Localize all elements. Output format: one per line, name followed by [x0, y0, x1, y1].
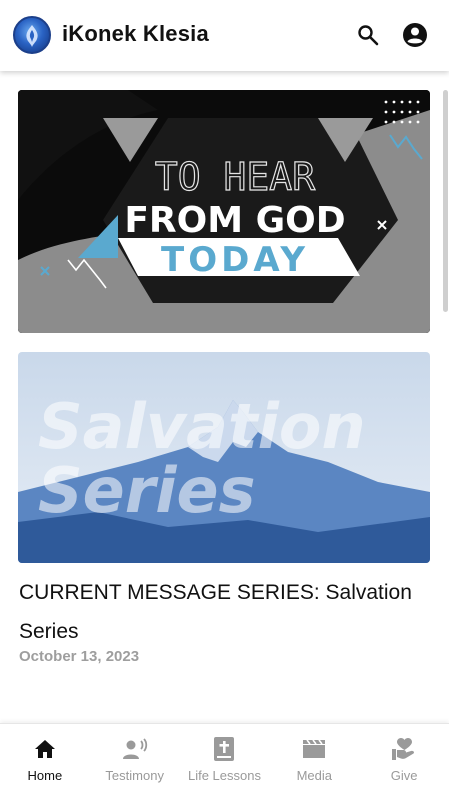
- home-icon: [32, 736, 58, 762]
- nav-label-testimony: Testimony: [105, 768, 164, 783]
- app-title: iKonek Klesia: [62, 21, 209, 46]
- scrollbar[interactable]: [443, 90, 448, 312]
- banner2-line2: Series: [38, 454, 255, 527]
- nav-item-testimony[interactable]: Testimony: [90, 724, 180, 797]
- speaker-person-icon: [122, 736, 148, 762]
- banner1-line3: TODAY: [161, 240, 309, 280]
- series-title[interactable]: CURRENT MESSAGE SERIES: Salvation Series: [19, 573, 429, 651]
- nav-label-give: Give: [390, 768, 418, 783]
- clapperboard-icon: [301, 736, 327, 762]
- bottom-navigation: Home Testimony Life Lessons Media Give: [0, 723, 449, 797]
- nav-item-home[interactable]: Home: [0, 724, 90, 797]
- banner1-line2: FROM GOD: [124, 200, 345, 241]
- nav-label-life-lessons: Life Lessons: [187, 768, 261, 783]
- banner1-line1: TO HEAR: [155, 155, 315, 199]
- banner2-artwork: Salvation Series: [18, 352, 430, 563]
- church-logo-icon[interactable]: [13, 16, 51, 54]
- salvation-series-banner[interactable]: Salvation Series: [18, 352, 430, 563]
- series-date: October 13, 2023: [19, 648, 140, 665]
- account-circle-icon[interactable]: [402, 22, 428, 48]
- nav-label-home: Home: [27, 768, 63, 783]
- app-bar: iKonek Klesia: [0, 0, 449, 71]
- bible-icon: [211, 736, 237, 762]
- search-icon[interactable]: [355, 22, 381, 48]
- banner2-line1: Salvation: [38, 390, 366, 463]
- banner-artwork: TO HEAR FROM GOD TODAY: [18, 90, 430, 333]
- heart-hand-icon: [391, 736, 417, 762]
- nav-item-give[interactable]: Give: [359, 724, 449, 797]
- nav-item-media[interactable]: Media: [269, 724, 359, 797]
- sermon-banner-to-hear-from-god[interactable]: TO HEAR FROM GOD TODAY: [18, 90, 430, 333]
- nav-label-media: Media: [296, 768, 332, 783]
- nav-item-life-lessons[interactable]: Life Lessons: [180, 724, 270, 797]
